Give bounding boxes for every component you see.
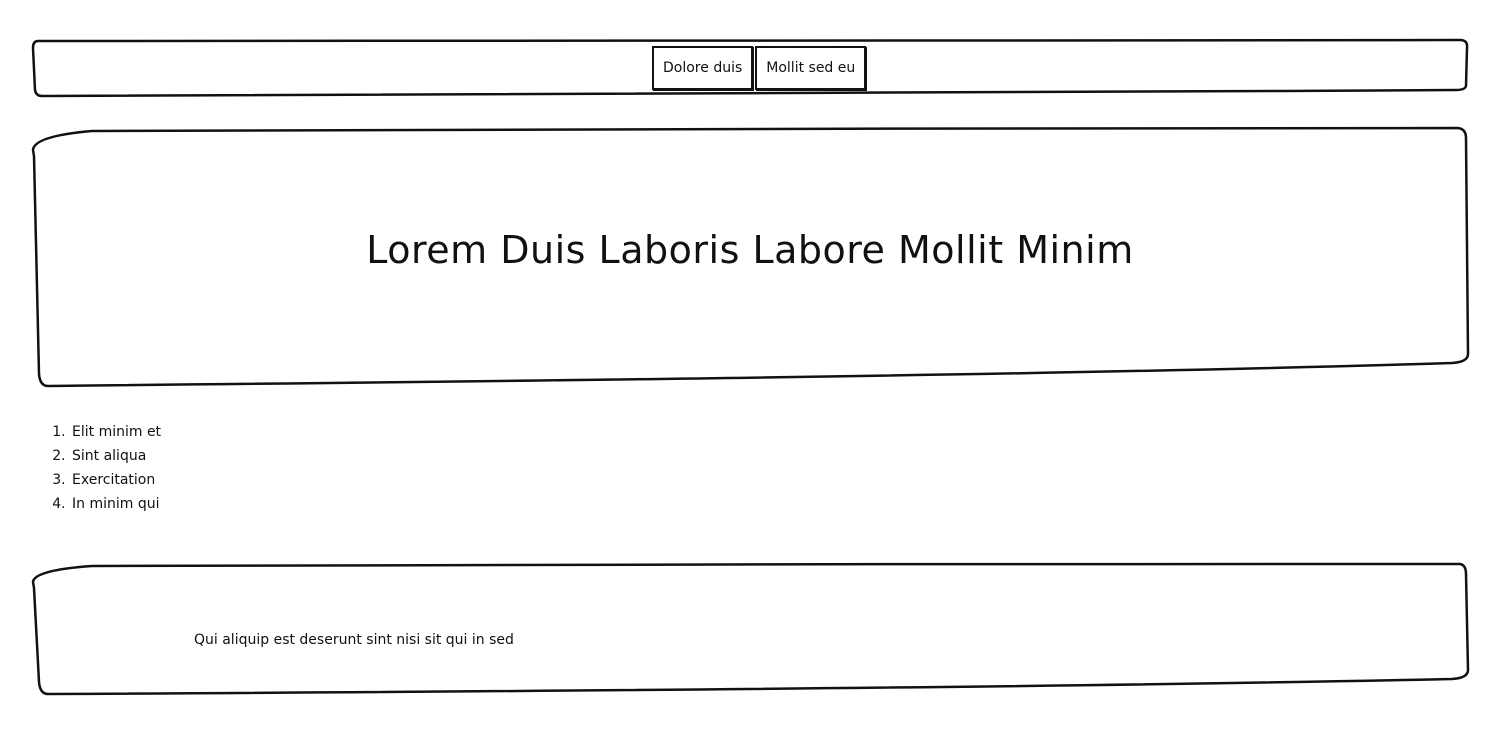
nav-button-dolore-duis[interactable]: Dolore duis bbox=[652, 46, 754, 90]
ordered-list: Elit minim et Sint aliqua Exercitation I… bbox=[44, 420, 161, 516]
hero-title: Lorem Duis Laboris Labore Mollit Minim bbox=[366, 228, 1134, 272]
list-item: In minim qui bbox=[70, 492, 161, 516]
hero-panel: Lorem Duis Laboris Labore Mollit Minim bbox=[31, 126, 1470, 388]
nav-bar: Dolore duis Mollit sed eu bbox=[31, 38, 1469, 98]
list-item: Elit minim et bbox=[70, 420, 161, 444]
list-item: Exercitation bbox=[70, 468, 161, 492]
footer-panel: Qui aliquip est deserunt sint nisi sit q… bbox=[31, 562, 1470, 696]
footer-panel-border bbox=[31, 562, 1470, 696]
page: Dolore duis Mollit sed eu Lorem Duis Lab… bbox=[0, 0, 1500, 735]
nav-buttons: Dolore duis Mollit sed eu bbox=[652, 46, 868, 90]
list-item: Sint aliqua bbox=[70, 444, 161, 468]
footer-text: Qui aliquip est deserunt sint nisi sit q… bbox=[194, 632, 514, 648]
nav-button-mollit-sed-eu[interactable]: Mollit sed eu bbox=[755, 46, 867, 90]
